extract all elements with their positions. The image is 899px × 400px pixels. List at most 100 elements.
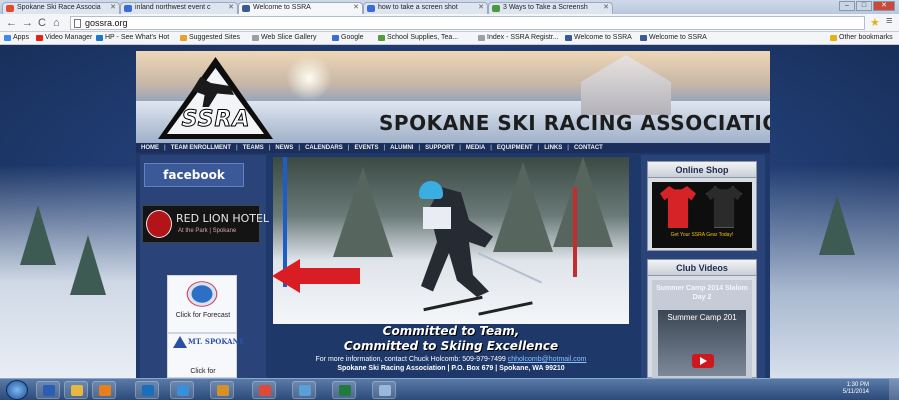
bookmark-item[interactable]: Video Manager: [36, 32, 92, 44]
red-lion-sponsor[interactable]: RED LION HOTEL At the Park | Spokane: [142, 205, 269, 243]
taskbar-app-mail[interactable]: [170, 381, 194, 399]
bookmark-item[interactable]: Index - SSRA Registr...: [478, 32, 559, 44]
video-title[interactable]: Summer Camp 2014 Slalom Day 2: [656, 284, 748, 302]
ssra-logo[interactable]: SSRA: [158, 57, 273, 139]
bookmark-item[interactable]: HP - See What's Hot: [96, 32, 169, 44]
bookmark-item[interactable]: Suggested Sites: [180, 32, 240, 44]
photos-icon: [217, 385, 229, 396]
mt-spokane-link[interactable]: MT. SPOKANE Click for: [167, 333, 244, 378]
bookmark-item[interactable]: Welcome to SSRA: [640, 32, 707, 44]
play-icon[interactable]: [692, 354, 714, 368]
other-bookmarks[interactable]: Other bookmarks: [830, 32, 893, 44]
forecast-label: Click for Forecast: [175, 312, 231, 319]
nav-contact[interactable]: CONTACT: [569, 145, 608, 151]
nav-team-enrollment[interactable]: TEAM ENROLLMENT: [166, 145, 236, 151]
nav-support[interactable]: SUPPORT: [420, 145, 459, 151]
club-videos-title: Club Videos: [648, 260, 756, 276]
nav-events[interactable]: EVENTS: [349, 145, 383, 151]
system-tray-clock[interactable]: 1:30 PM 5/11/2014: [843, 382, 869, 396]
contact-email-link[interactable]: chholcomb@hotmail.com: [508, 356, 587, 363]
snowy-tree: [493, 162, 553, 252]
bookmark-item[interactable]: Apps: [4, 32, 29, 44]
close-tab-icon[interactable]: ✕: [110, 3, 116, 13]
nav-links[interactable]: LINKS: [539, 145, 567, 151]
taskbar-app-photos[interactable]: [210, 381, 234, 399]
excel-icon: [339, 385, 351, 396]
nav-news[interactable]: NEWS: [270, 145, 298, 151]
online-shop-box[interactable]: Online Shop Get Your SSRA Gear Today!: [647, 161, 757, 251]
tree-icon: [20, 205, 56, 265]
school-icon: [378, 35, 385, 41]
browser-tab[interactable]: Spokane Ski Race Associa ✕: [2, 2, 120, 14]
lodge-image: [581, 55, 671, 115]
snowy-tree: [333, 167, 393, 257]
forward-arrow-icon[interactable]: →: [22, 16, 33, 30]
taskbar-app-media[interactable]: [92, 381, 116, 399]
shop-image: Get Your SSRA Gear Today!: [652, 182, 752, 248]
start-button[interactable]: [6, 380, 28, 400]
facebook-button[interactable]: facebook: [144, 163, 244, 187]
taskbar-app-paint[interactable]: [372, 381, 396, 399]
bookmark-item[interactable]: Welcome to SSRA: [565, 32, 632, 44]
close-tab-icon[interactable]: ✕: [353, 3, 359, 13]
favicon-icon: [124, 5, 132, 12]
apps-icon: [4, 35, 11, 41]
snowy-trees-left: [0, 165, 140, 378]
nav-home[interactable]: HOME: [136, 145, 164, 151]
url-field[interactable]: gossra.org: [70, 16, 865, 30]
video-icon: [36, 35, 43, 41]
ski-pole: [477, 252, 542, 284]
reload-icon[interactable]: C: [38, 16, 46, 30]
web-page: SSRA SPOKANE SKI RACING ASSOCIATION HOME…: [0, 45, 899, 378]
browser-tab[interactable]: inland northwest event c ✕: [120, 2, 238, 14]
tree-icon: [70, 235, 106, 295]
nav-teams[interactable]: TEAMS: [238, 145, 269, 151]
clock-time: 1:30 PM: [846, 382, 869, 388]
show-desktop-button[interactable]: [889, 379, 899, 400]
arrow-head: [272, 259, 300, 293]
taskbar-app-network[interactable]: [292, 381, 316, 399]
taskbar-app-explorer[interactable]: [64, 381, 88, 399]
close-tab-icon[interactable]: ✕: [478, 3, 484, 13]
maximize-icon[interactable]: □: [856, 1, 872, 11]
favicon-icon: [242, 5, 250, 12]
logo-wordmark: SSRA: [181, 107, 251, 133]
browser-tab-active[interactable]: Welcome to SSRA ✕: [238, 2, 363, 14]
taskbar-app-excel[interactable]: [332, 381, 356, 399]
video-panel: Summer Camp 2014 Slalom Day 2 Summer Cam…: [652, 280, 752, 378]
lion-icon: [146, 210, 172, 238]
home-icon[interactable]: ⌂: [53, 16, 60, 30]
paint-icon: [379, 385, 391, 396]
ssra-icon: [565, 35, 572, 41]
bookmark-item[interactable]: Web Slice Gallery: [252, 32, 317, 44]
tab-strip: Spokane Ski Race Associa ✕ inland northwe…: [0, 0, 899, 14]
black-shirt-icon: [706, 186, 742, 228]
close-tab-icon[interactable]: ✕: [603, 3, 609, 13]
contact-info: For more information, contact Chuck Holc…: [315, 356, 587, 363]
nav-alumni[interactable]: ALUMNI: [385, 145, 418, 151]
nav-calendars[interactable]: CALENDARS: [300, 145, 348, 151]
race-bib: [423, 207, 451, 229]
sun-glow: [286, 55, 332, 101]
bookmark-item[interactable]: School Supplies, Tea...: [378, 32, 458, 44]
weather-forecast-link[interactable]: Click for Forecast: [167, 275, 237, 333]
page-icon: [252, 35, 259, 41]
bookmark-item[interactable]: Google: [332, 32, 364, 44]
taskbar-app-hp[interactable]: [135, 381, 159, 399]
tree-icon: [819, 195, 855, 255]
nav-media[interactable]: MEDIA: [461, 145, 490, 151]
browser-tab[interactable]: how to take a screen shot ✕: [363, 2, 488, 14]
close-window-icon[interactable]: ✕: [873, 1, 895, 11]
close-tab-icon[interactable]: ✕: [228, 3, 234, 13]
browser-tab[interactable]: 3 Ways to Take a Screensh ✕: [488, 2, 613, 14]
favicon-icon: [367, 5, 375, 12]
mt-spokane-label: Click for: [190, 368, 216, 375]
taskbar-app-word[interactable]: [36, 381, 60, 399]
nav-equipment[interactable]: EQUIPMENT: [492, 145, 538, 151]
menu-icon[interactable]: ≡: [886, 15, 892, 27]
taskbar-app-chrome[interactable]: [252, 381, 276, 399]
bookmark-star-icon[interactable]: ★: [870, 16, 880, 29]
video-thumbnail[interactable]: Summer Camp 201: [658, 310, 746, 376]
minimize-icon[interactable]: –: [839, 1, 855, 11]
back-arrow-icon[interactable]: ←: [6, 16, 17, 30]
